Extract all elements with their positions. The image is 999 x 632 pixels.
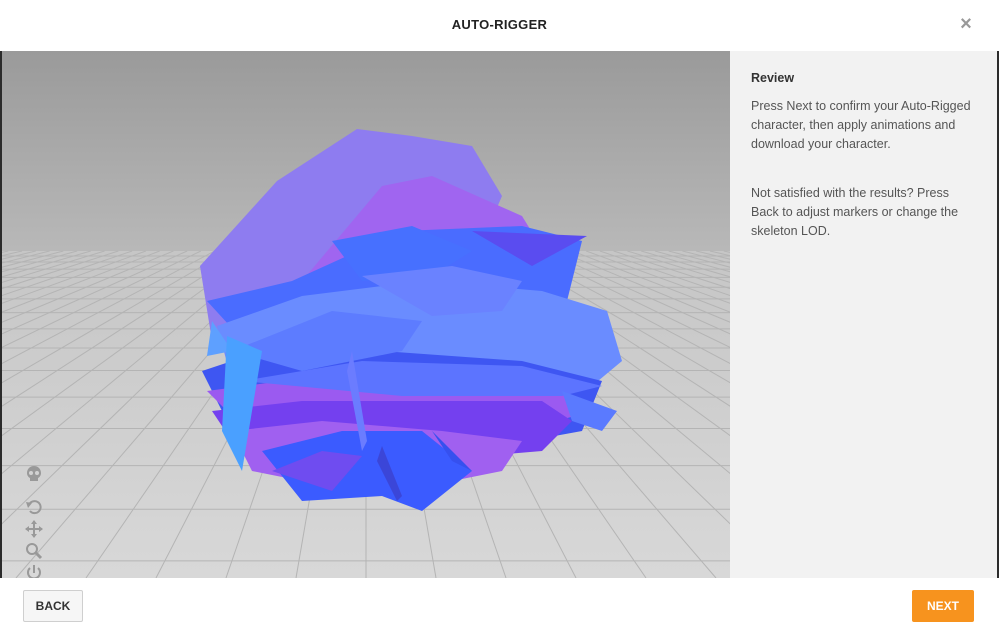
skull-icon[interactable] xyxy=(24,464,44,482)
review-panel: Review Press Next to confirm your Auto-R… xyxy=(730,51,997,578)
rotate-icon[interactable] xyxy=(24,498,44,516)
review-heading: Review xyxy=(751,71,795,85)
close-icon[interactable]: × xyxy=(957,14,975,34)
review-back-hint: Not satisfied with the results? Press Ba… xyxy=(751,186,959,238)
zoom-icon[interactable] xyxy=(24,542,44,560)
3d-viewport[interactable] xyxy=(2,51,730,578)
dialog-footer: BACK NEXT xyxy=(0,578,999,632)
review-instructions: Press Next to confirm your Auto-Rigged c… xyxy=(751,99,971,151)
dialog-header: AUTO-RIGGER × xyxy=(0,0,999,51)
back-button[interactable]: BACK xyxy=(23,590,83,622)
viewport-scene xyxy=(2,51,730,578)
power-icon[interactable] xyxy=(24,564,44,578)
next-button[interactable]: NEXT xyxy=(912,590,974,622)
pan-icon[interactable] xyxy=(24,520,44,538)
dialog-title: AUTO-RIGGER xyxy=(451,17,548,32)
